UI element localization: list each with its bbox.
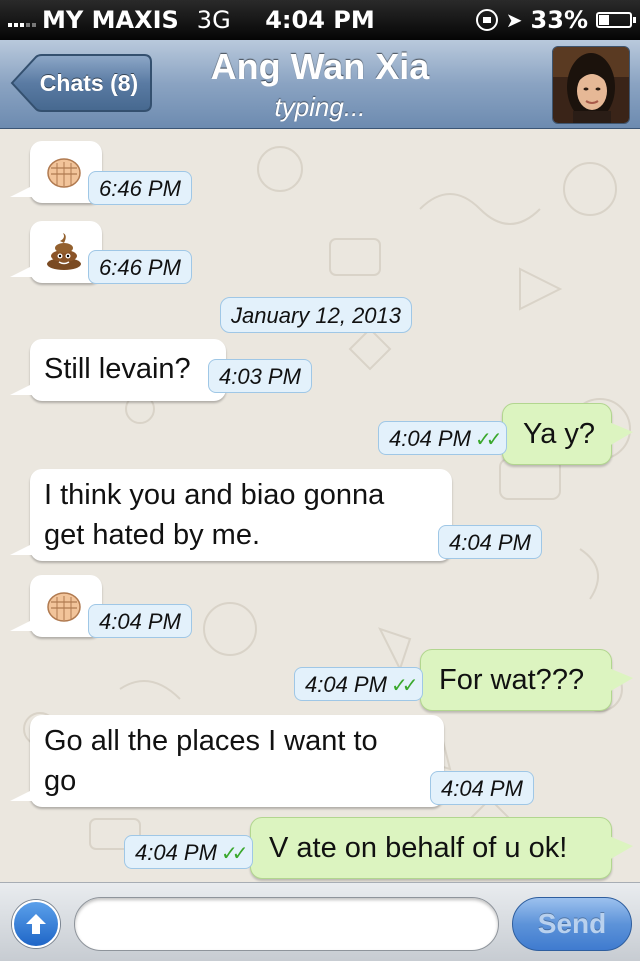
contact-name[interactable]: Ang Wan Xia xyxy=(0,46,640,88)
message-bubble-outgoing[interactable]: Ya y? xyxy=(502,403,633,465)
message-text: For wat??? xyxy=(439,664,585,696)
conversation-header: Chats (8) Ang Wan Xia typing... xyxy=(0,40,640,129)
rotation-lock-icon xyxy=(475,9,498,31)
message-text: V ate on behalf of u ok! xyxy=(269,832,568,864)
read-ticks-icon: ✓✓ xyxy=(390,673,418,697)
send-button[interactable]: Send xyxy=(512,897,632,951)
arrow-up-icon xyxy=(26,914,46,934)
message-list[interactable]: 6:46 PM 6:46 PM January 12, 2013 Still l… xyxy=(0,129,640,882)
message-timestamp: 4:04 PM xyxy=(438,525,542,559)
fist-emoji-icon xyxy=(47,158,81,188)
contact-avatar[interactable] xyxy=(552,46,630,124)
message-timestamp: 4:04 PM xyxy=(88,604,192,638)
message-timestamp: 6:46 PM xyxy=(88,171,192,205)
message-timestamp: 6:46 PM xyxy=(88,250,192,284)
message-timestamp: 4:04 PM ✓✓ xyxy=(124,835,254,869)
message-bubble-incoming[interactable]: I think you and biao gonna get hated by … xyxy=(10,469,452,561)
message-bubble-outgoing[interactable]: For wat??? xyxy=(420,649,633,711)
message-text-line-1: I think you and biao gonna xyxy=(44,479,385,511)
read-ticks-icon: ✓✓ xyxy=(220,841,248,865)
message-text-line-2: go xyxy=(44,765,77,797)
message-bubble-incoming[interactable]: Still levain? xyxy=(10,339,226,401)
contact-status: typing... xyxy=(274,92,366,122)
message-bubble-outgoing[interactable]: V ate on behalf of u ok! xyxy=(250,817,633,879)
read-ticks-icon: ✓✓ xyxy=(474,427,502,451)
status-bar: MY MAXIS 3G 4:04 PM ➤ 33% xyxy=(0,0,640,40)
message-bubble-incoming[interactable]: Go all the places I want to go xyxy=(10,715,444,807)
date-separator: January 12, 2013 xyxy=(220,297,413,333)
battery-percent: 33% xyxy=(530,6,588,34)
message-timestamp: 4:03 PM xyxy=(208,359,312,393)
fist-emoji-icon xyxy=(47,592,81,622)
compose-bar: Send xyxy=(0,882,640,961)
message-input[interactable] xyxy=(74,897,499,951)
battery-icon xyxy=(596,12,636,28)
attach-button[interactable] xyxy=(12,900,60,948)
message-text: Ya y? xyxy=(523,418,596,450)
message-timestamp: 4:04 PM ✓✓ xyxy=(294,667,424,701)
status-right: ➤ 33% xyxy=(475,0,636,40)
message-timestamp: 4:04 PM ✓✓ xyxy=(378,421,508,455)
message-text-line-1: Go all the places I want to xyxy=(44,725,378,757)
message-timestamp: 4:04 PM xyxy=(430,771,534,805)
message-text-line-2: get hated by me. xyxy=(44,519,261,551)
poop-emoji-icon xyxy=(47,233,81,270)
location-icon: ➤ xyxy=(505,8,523,32)
message-text: Still levain? xyxy=(44,353,191,385)
